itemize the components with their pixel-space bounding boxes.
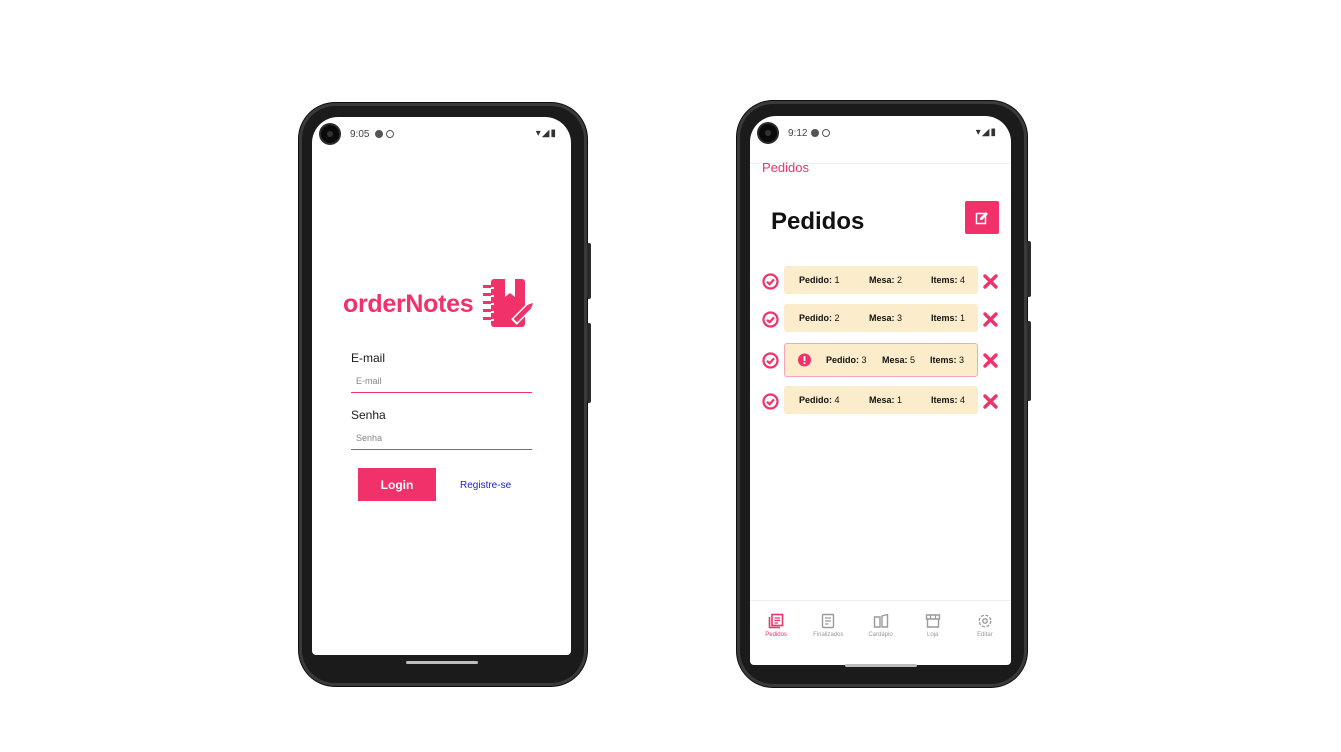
nav-label: Editar [977, 632, 993, 638]
store-icon [925, 614, 940, 628]
nav-item-finalizados[interactable]: Finalizados [802, 601, 854, 652]
delete-x-icon[interactable] [983, 353, 998, 368]
nav-item-loja[interactable]: Loja [907, 601, 959, 652]
signal-battery-icon: ▾◢▮ [535, 128, 557, 139]
email-field[interactable] [351, 369, 532, 393]
login-button[interactable]: Login [358, 468, 436, 501]
delete-x-icon[interactable] [983, 394, 998, 409]
order-number: Pedido: 1 [799, 275, 840, 285]
orders-screen: 9:12 ▾◢▮ Pedidos Pedidos Pedido: 1 Mesa:… [750, 116, 1011, 665]
status-time: 9:05 [350, 129, 370, 140]
phone-power-button [587, 243, 591, 299]
password-label: Senha [351, 408, 386, 422]
phone-volume-button [587, 323, 591, 403]
orders-icon [768, 613, 784, 629]
page-title: Pedidos [771, 208, 865, 235]
app-bar-title: Pedidos [762, 160, 809, 175]
check-circle-icon[interactable] [762, 311, 779, 328]
order-number: Pedido: 3 [826, 355, 867, 365]
order-number: Pedido: 2 [799, 313, 840, 323]
edit-square-icon [975, 211, 988, 224]
nav-label: Pedidos [765, 632, 787, 638]
order-card[interactable]: Pedido: 1 Mesa: 2 Items: 4 [784, 266, 978, 294]
notebook-pen-icon [483, 279, 536, 327]
order-row: Pedido: 2 Mesa: 3 Items: 1 [762, 304, 998, 334]
check-circle-icon[interactable] [762, 273, 779, 290]
alert-circle-icon [798, 353, 811, 367]
nav-label: Cardápio [868, 632, 893, 638]
password-field[interactable] [351, 426, 532, 450]
finished-icon [822, 613, 835, 629]
menu-book-icon [873, 613, 888, 628]
email-label: E-mail [351, 351, 386, 365]
brand-name: orderNotes [343, 289, 474, 318]
order-row: Pedido: 4 Mesa: 1 Items: 4 [762, 386, 998, 416]
order-table: Mesa: 1 [869, 395, 903, 405]
order-card[interactable]: Pedido: 4 Mesa: 1 Items: 4 [784, 386, 978, 414]
order-table: Mesa: 5 [882, 355, 916, 365]
nav-item-pedidos[interactable]: Pedidos [750, 601, 802, 652]
brand: orderNotes [343, 275, 539, 333]
order-card[interactable]: Pedido: 3 Mesa: 5 Items: 3 [784, 343, 978, 377]
order-row-alert: Pedido: 3 Mesa: 5 Items: 3 [762, 343, 998, 377]
order-items: Items: 4 [931, 275, 966, 285]
delete-x-icon[interactable] [983, 312, 998, 327]
home-indicator-bar[interactable] [406, 661, 478, 664]
register-link[interactable]: Registre-se [460, 480, 511, 491]
order-items: Items: 1 [931, 313, 966, 323]
order-items: Items: 3 [930, 355, 965, 365]
orders-phone-frame: 9:12 ▾◢▮ Pedidos Pedidos Pedido: 1 Mesa:… [737, 101, 1031, 687]
order-card[interactable]: Pedido: 2 Mesa: 3 Items: 1 [784, 304, 978, 332]
front-camera [321, 125, 339, 143]
phone-volume-button [1027, 321, 1031, 401]
order-table: Mesa: 2 [869, 275, 903, 285]
phone-power-button [1027, 241, 1031, 297]
order-number: Pedido: 4 [799, 395, 840, 405]
order-row: Pedido: 1 Mesa: 2 Items: 4 [762, 266, 998, 296]
nav-label: Finalizados [813, 632, 844, 638]
login-phone-frame: 9:05 ▾◢▮ orderNotes E-mail E-mail Senha … [299, 103, 591, 686]
check-circle-icon[interactable] [762, 393, 779, 410]
nav-item-cardapio[interactable]: Cardápio [854, 601, 906, 652]
order-items: Items: 4 [931, 395, 966, 405]
app-bar: Pedidos [750, 116, 1011, 175]
order-table: Mesa: 3 [869, 313, 903, 323]
login-screen: 9:05 ▾◢▮ orderNotes E-mail E-mail Senha … [312, 117, 571, 655]
bottom-navigation: Pedidos Finalizados Cardápio Loja Editar [750, 600, 1011, 652]
new-order-button[interactable] [965, 201, 999, 234]
home-indicator-bar[interactable] [845, 664, 917, 667]
status-notification-icons [372, 129, 394, 140]
status-bar: 9:05 ▾◢▮ [312, 117, 571, 151]
nav-item-editar[interactable]: Editar [959, 601, 1011, 652]
delete-x-icon[interactable] [983, 274, 998, 289]
settings-icon [978, 614, 992, 628]
check-circle-icon[interactable] [762, 352, 779, 369]
nav-label: Loja [927, 632, 939, 638]
